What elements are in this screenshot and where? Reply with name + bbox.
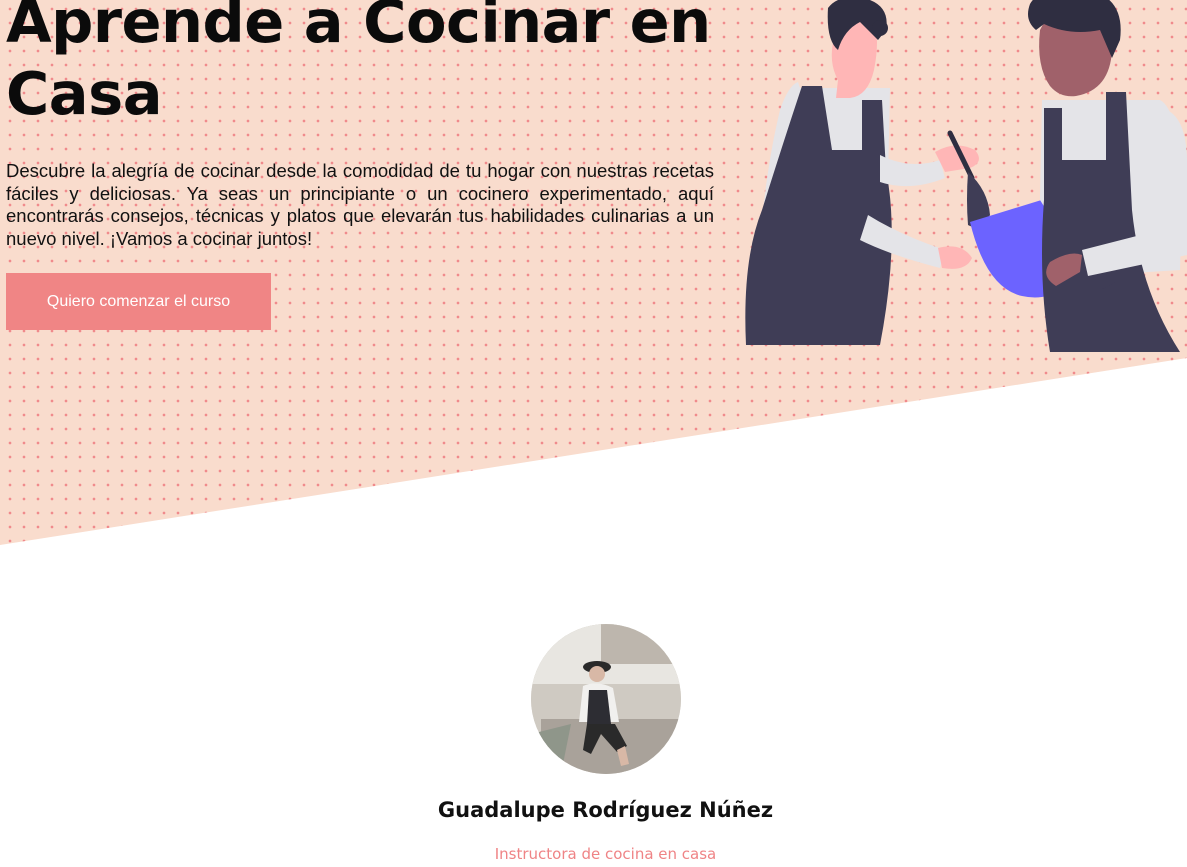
instructor-role: Instructora de cocina en casa [494, 845, 717, 863]
left-cook-figure [745, 0, 979, 345]
instructor-photo [531, 624, 681, 774]
instructor-name: Guadalupe Rodríguez Núñez [437, 798, 774, 822]
landing-page: Aprende a Cocinar en Casa Descubre la al… [0, 0, 1187, 867]
instructor-avatar [531, 624, 681, 774]
right-cook-figure [1028, 0, 1187, 352]
two-cooks-illustration [745, 0, 1187, 352]
start-course-button[interactable]: Quiero comenzar el curso [6, 273, 271, 330]
hero-description: Descubre la alegría de cocinar desde la … [6, 160, 714, 249]
hero-title: Aprende a Cocinar en Casa [6, 0, 711, 128]
whisk-icon [947, 130, 990, 228]
